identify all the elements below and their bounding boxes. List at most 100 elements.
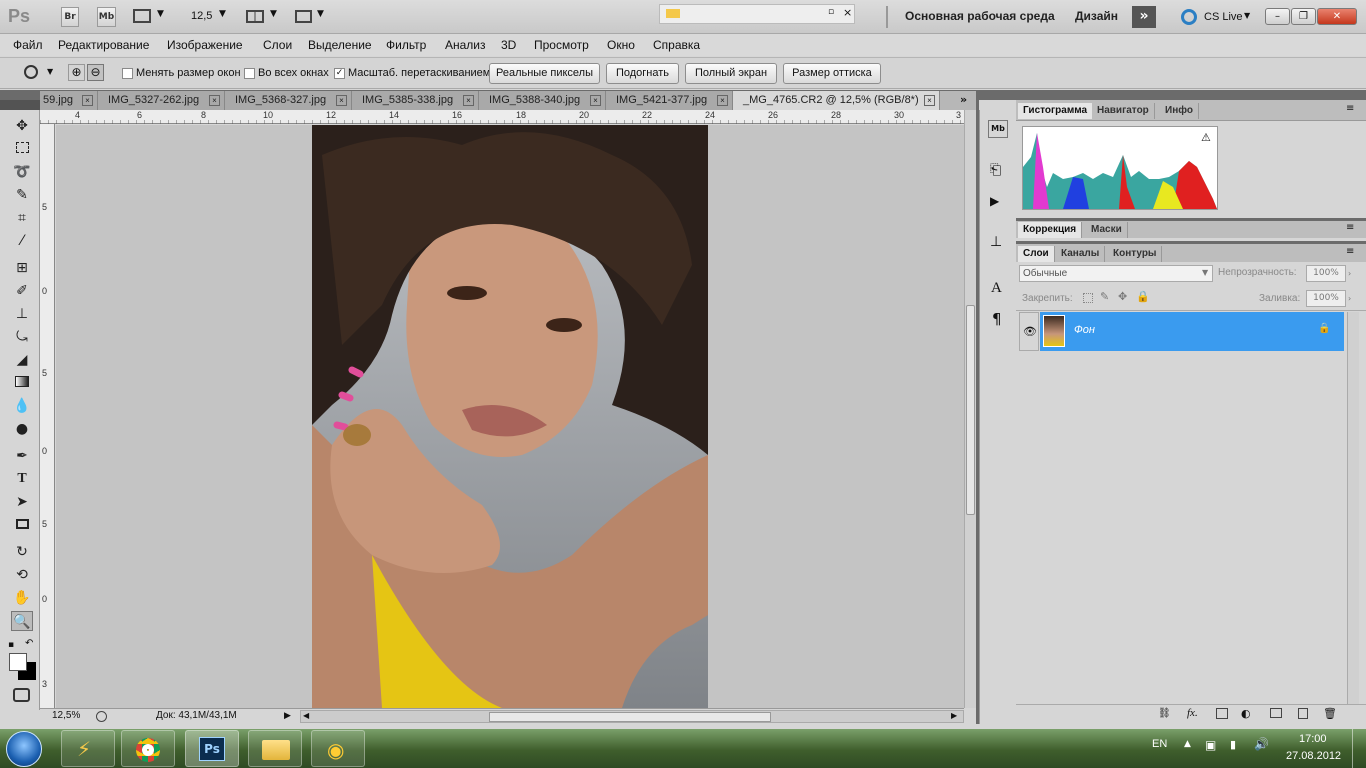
close-icon[interactable]: × [336, 95, 347, 106]
panel-menu-icon[interactable]: ≡ [1346, 246, 1354, 257]
tab-document[interactable]: IMG_5388-340.jpg × [479, 91, 606, 110]
actions-panel-icon[interactable]: ▶ [990, 194, 999, 208]
fill-screen-button[interactable]: Полный экран [685, 63, 777, 84]
menu-edit[interactable]: Редактирование [58, 38, 149, 52]
maximize-button[interactable]: ❐ [1291, 8, 1316, 25]
tab-adjustments[interactable]: Коррекция [1018, 222, 1083, 238]
network-icon[interactable]: ▮ [1230, 738, 1236, 751]
lock-pixels-icon[interactable]: ✎ [1100, 290, 1109, 303]
menu-analysis[interactable]: Анализ [445, 38, 486, 52]
quick-selection-tool-icon[interactable]: ✎ [11, 185, 33, 205]
tab-histogram[interactable]: Гистограмма [1018, 103, 1094, 119]
menu-file[interactable]: Файл [13, 38, 43, 52]
close-icon[interactable]: × [82, 95, 93, 106]
scrubby-zoom-checkbox[interactable]: ✓ [334, 68, 345, 79]
3d-rotate-tool-icon[interactable]: ↻ [11, 542, 33, 562]
new-group-icon[interactable] [1270, 708, 1282, 718]
tab-document[interactable]: 59.jpg × [40, 91, 98, 110]
volume-icon[interactable]: 🔊 [1254, 737, 1269, 751]
menu-select[interactable]: Выделение [308, 38, 372, 52]
actual-pixels-button[interactable]: Реальные пикселы [489, 63, 600, 84]
menu-view[interactable]: Просмотр [534, 38, 589, 52]
tab-navigator[interactable]: Навигатор [1092, 103, 1155, 119]
dodge-tool-icon[interactable]: ● [11, 419, 33, 439]
chevron-down-icon[interactable]: ▼ [1244, 11, 1250, 20]
add-mask-icon[interactable] [1216, 708, 1228, 719]
zoom-level-field[interactable]: 12,5 [191, 10, 212, 22]
eyedropper-tool-icon[interactable]: ⁄ [11, 231, 33, 251]
swap-colors-icon[interactable]: ↶ [25, 638, 33, 649]
tab-info[interactable]: Инфо [1160, 103, 1199, 119]
screen-mode-icon[interactable] [295, 10, 312, 23]
lasso-tool-icon[interactable]: ➰ [11, 162, 33, 182]
lock-all-icon[interactable]: 🔒 [1136, 290, 1150, 303]
crop-tool-icon[interactable]: ⌗ [11, 208, 33, 228]
tab-paths[interactable]: Контуры [1108, 246, 1163, 262]
default-colors-icon[interactable]: ▪ [8, 640, 14, 650]
taskbar-app-launcher[interactable]: ⚡ [61, 730, 115, 767]
tab-channels[interactable]: Каналы [1056, 246, 1106, 262]
close-icon[interactable]: × [463, 95, 474, 106]
adjustment-layer-icon[interactable]: ◐ [1241, 707, 1251, 720]
tab-document-active[interactable]: _MG_4765.CR2 @ 12,5% (RGB/8*) × [733, 91, 940, 110]
tab-document[interactable]: IMG_5385-338.jpg × [352, 91, 479, 110]
new-layer-icon[interactable] [1298, 708, 1308, 719]
history-panel-icon[interactable]: ⎗ [990, 162, 1001, 178]
healing-tool-icon[interactable]: ⊞ [11, 258, 33, 278]
brush-tool-icon[interactable]: ✐ [11, 281, 33, 301]
start-button[interactable] [6, 731, 42, 767]
link-layers-icon[interactable]: ⛓ [1158, 708, 1171, 719]
move-tool-icon[interactable]: ✥ [11, 116, 33, 136]
path-selection-tool-icon[interactable]: ➤ [11, 492, 33, 512]
clone-source-panel-icon[interactable]: ⊥ [990, 234, 1002, 250]
bridge-button[interactable]: Br [61, 7, 79, 27]
menu-layers[interactable]: Слои [263, 38, 292, 52]
horizontal-scrollbar[interactable]: ◀ ▶ [300, 710, 964, 723]
paragraph-panel-icon[interactable]: ¶ [992, 310, 1002, 328]
zoom-tool-icon[interactable]: 🔍 [11, 611, 33, 631]
lock-position-icon[interactable]: ✥ [1118, 290, 1127, 303]
show-desktop-button[interactable] [1352, 729, 1366, 768]
close-icon[interactable]: × [717, 95, 728, 106]
menu-help[interactable]: Справка [653, 38, 700, 52]
layer-name[interactable]: Фон [1074, 324, 1095, 336]
fill-field[interactable]: 100% [1306, 290, 1346, 307]
opacity-field[interactable]: 100% [1306, 265, 1346, 282]
more-workspaces-icon[interactable]: » [1132, 6, 1156, 28]
foreground-color-swatch[interactable] [9, 653, 27, 671]
history-brush-tool-icon[interactable]: ⤿ [11, 327, 33, 347]
scroll-left-icon[interactable]: ◀ [303, 711, 309, 720]
restore-icon[interactable]: ▫ [828, 7, 834, 17]
menu-window[interactable]: Окно [607, 38, 635, 52]
chevron-down-icon[interactable]: ▼ [1202, 268, 1208, 277]
fx-icon[interactable]: fx. [1187, 707, 1198, 719]
tray-expand-icon[interactable]: ▲ [1184, 739, 1191, 749]
close-icon[interactable]: × [924, 95, 935, 106]
all-windows-checkbox[interactable] [244, 68, 255, 79]
tray-device-icon[interactable]: ▣ [1205, 738, 1216, 752]
close-icon[interactable]: × [843, 6, 852, 19]
gradient-tool-icon[interactable] [11, 373, 33, 393]
language-indicator[interactable]: EN [1152, 738, 1167, 750]
print-size-button[interactable]: Размер оттиска [783, 63, 881, 84]
stamp-tool-icon[interactable]: ⊥ [11, 304, 33, 324]
document-image[interactable] [312, 125, 708, 708]
zoom-out-icon[interactable]: ⊖ [87, 64, 104, 81]
tab-masks[interactable]: Маски [1086, 222, 1128, 238]
vertical-scrollbar[interactable] [964, 110, 976, 708]
eraser-tool-icon[interactable]: ◢ [11, 350, 33, 370]
rectangle-tool-icon[interactable] [11, 515, 33, 535]
mini-bridge-button[interactable]: Mb [97, 7, 116, 27]
menu-filter[interactable]: Фильтр [386, 38, 426, 52]
resize-windows-checkbox[interactable] [122, 68, 133, 79]
taskbar-faststone[interactable]: ◉ [311, 730, 365, 767]
marquee-tool-icon[interactable] [11, 139, 33, 159]
taskbar-photoshop[interactable]: Ps [185, 730, 239, 767]
type-tool-icon[interactable]: T [11, 469, 33, 489]
fit-screen-button[interactable]: Подогнать [606, 63, 679, 84]
opacity-arrow-icon[interactable]: › [1348, 265, 1358, 282]
blur-tool-icon[interactable]: 💧 [11, 396, 33, 416]
character-panel-icon[interactable]: A [991, 280, 1002, 297]
menu-image[interactable]: Изображение [167, 38, 243, 52]
chevron-down-icon[interactable]: ▼ [157, 9, 164, 19]
